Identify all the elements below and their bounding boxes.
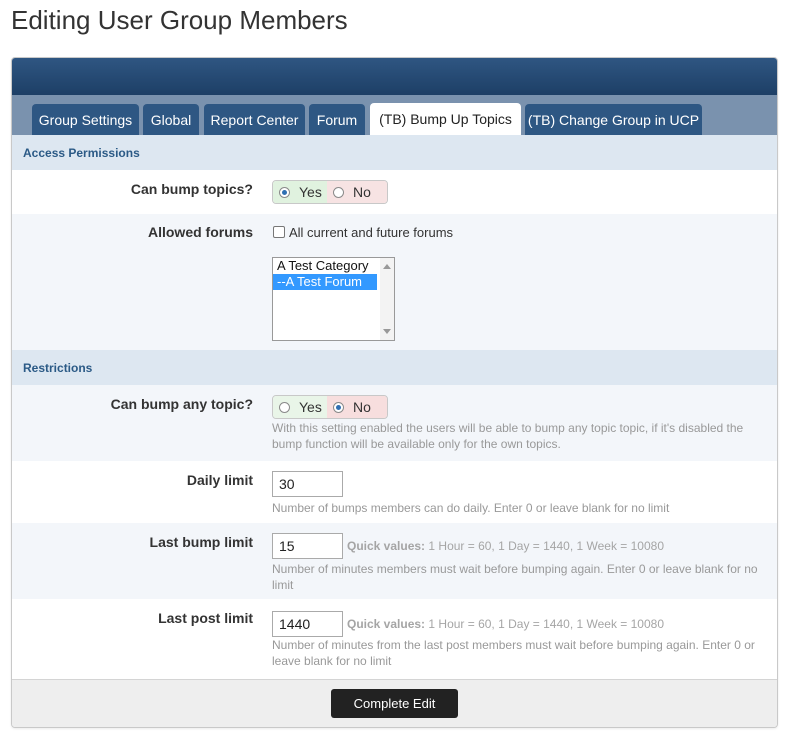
- last-bump-limit-hint: Number of minutes members must wait befo…: [272, 562, 758, 592]
- last-post-limit-hint: Number of minutes from the last post mem…: [272, 638, 755, 668]
- listbox-scrollbar[interactable]: [380, 258, 394, 340]
- row-last-post-limit: Last post limit Quick values: 1 Hour = 6…: [12, 599, 777, 679]
- last-bump-limit-input[interactable]: [272, 533, 343, 559]
- tab-bar: Group Settings Global Report Center Foru…: [12, 95, 777, 135]
- daily-limit-label: Daily limit: [186, 472, 253, 488]
- scroll-down-icon[interactable]: [383, 329, 391, 334]
- forum-option[interactable]: A Test Category: [273, 258, 377, 274]
- can-bump-topics-label: Can bump topics?: [130, 181, 253, 197]
- section-restrictions: Restrictions: [12, 350, 777, 385]
- last-post-quick-values: Quick values: 1 Hour = 60, 1 Day = 1440,…: [347, 617, 664, 631]
- forum-option-selected[interactable]: --A Test Forum: [273, 274, 377, 290]
- tab-forum[interactable]: Forum: [309, 104, 365, 135]
- all-forums-checkbox[interactable]: [273, 226, 285, 238]
- can-bump-any-label: Can bump any topic?: [110, 396, 253, 412]
- row-can-bump-any-topic: Can bump any topic? Yes No With this set…: [12, 385, 777, 461]
- quick-values-label: Quick values:: [347, 617, 426, 631]
- last-post-limit-label: Last post limit: [158, 610, 253, 626]
- row-allowed-forums: Allowed forums All current and future fo…: [12, 214, 777, 350]
- all-forums-checkbox-label[interactable]: All current and future forums: [289, 225, 453, 240]
- row-can-bump-topics: Can bump topics? Yes No: [12, 170, 777, 214]
- edit-panel: Group Settings Global Report Center Foru…: [11, 57, 778, 728]
- tab-bump-up-topics[interactable]: (TB) Bump Up Topics: [370, 103, 521, 135]
- can-bump-any-yes-label: Yes: [299, 399, 322, 415]
- scroll-up-icon[interactable]: [383, 264, 391, 269]
- row-last-bump-limit: Last bump limit Quick values: 1 Hour = 6…: [12, 523, 777, 599]
- can-bump-topics-yes-label: Yes: [299, 184, 322, 200]
- page-title: Editing User Group Members: [11, 5, 348, 35]
- can-bump-any-no-option[interactable]: No: [327, 396, 387, 418]
- daily-limit-hint: Number of bumps members can do daily. En…: [272, 501, 670, 515]
- complete-edit-button[interactable]: Complete Edit: [331, 689, 458, 718]
- can-bump-topics-radio-group: Yes No: [272, 180, 388, 204]
- last-bump-quick-values: Quick values: 1 Hour = 60, 1 Day = 1440,…: [347, 539, 664, 553]
- quick-values-text: 1 Hour = 60, 1 Day = 1440, 1 Week = 1008…: [428, 539, 664, 553]
- radio-unchecked-icon[interactable]: [279, 401, 290, 413]
- can-bump-topics-yes-option[interactable]: Yes: [273, 181, 327, 203]
- radio-checked-icon[interactable]: [279, 186, 290, 198]
- can-bump-any-hint: With this setting enabled the users will…: [272, 421, 744, 451]
- form-footer: Complete Edit: [12, 679, 777, 727]
- quick-values-label: Quick values:: [347, 539, 426, 553]
- can-bump-any-radio-group: Yes No: [272, 395, 388, 419]
- last-bump-limit-label: Last bump limit: [149, 534, 253, 550]
- can-bump-topics-no-option[interactable]: No: [327, 181, 387, 203]
- radio-unchecked-icon[interactable]: [333, 186, 344, 198]
- last-post-limit-input[interactable]: [272, 611, 343, 637]
- tab-global[interactable]: Global: [143, 104, 199, 135]
- allowed-forums-label: Allowed forums: [147, 224, 253, 240]
- daily-limit-input[interactable]: [272, 471, 343, 497]
- can-bump-any-no-label: No: [353, 399, 371, 415]
- can-bump-topics-no-label: No: [353, 184, 371, 200]
- tab-report-center[interactable]: Report Center: [204, 104, 305, 135]
- section-access-permissions: Access Permissions: [12, 135, 777, 170]
- row-daily-limit: Daily limit Number of bumps members can …: [12, 461, 777, 523]
- radio-checked-icon[interactable]: [333, 401, 344, 413]
- quick-values-text: 1 Hour = 60, 1 Day = 1440, 1 Week = 1008…: [428, 617, 664, 631]
- can-bump-any-yes-option[interactable]: Yes: [273, 396, 327, 418]
- panel-header-bar: [12, 58, 777, 95]
- tab-group-settings[interactable]: Group Settings: [32, 104, 139, 135]
- tab-change-group-in-ucp[interactable]: (TB) Change Group in UCP: [525, 104, 702, 135]
- allowed-forums-listbox[interactable]: A Test Category --A Test Forum: [272, 257, 395, 341]
